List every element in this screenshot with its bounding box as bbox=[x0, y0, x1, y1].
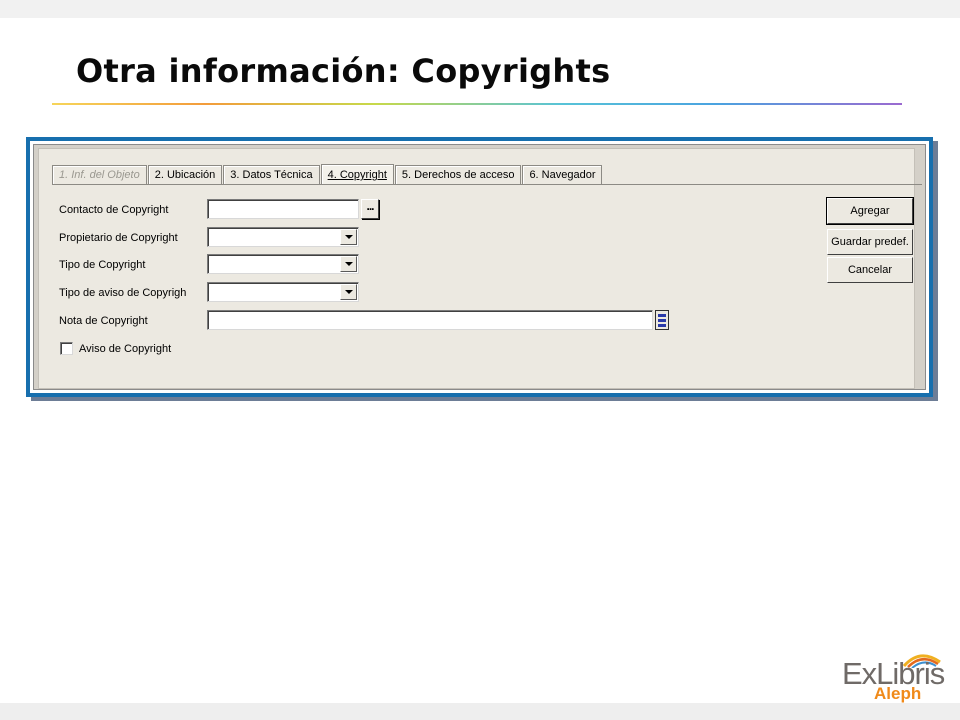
top-band bbox=[0, 0, 960, 18]
logo-product-text: Aleph bbox=[874, 684, 922, 703]
owner-select[interactable] bbox=[207, 227, 359, 247]
tab-label: 4. Copyright bbox=[327, 169, 387, 181]
tab-derechos-acceso[interactable]: 5. Derechos de acceso bbox=[394, 165, 522, 184]
contact-label: Contacto de Copyright bbox=[59, 204, 169, 216]
note-label: Nota de Copyright bbox=[59, 315, 148, 327]
screenshot-frame: 1. Inf. del Objeto 2. Ubicación 3. Datos… bbox=[26, 137, 933, 397]
title-underline bbox=[52, 103, 902, 105]
save-default-button-label: Guardar predef. bbox=[831, 236, 909, 248]
notice-type-select[interactable] bbox=[207, 282, 359, 302]
tab-navegador[interactable]: 6. Navegador bbox=[522, 165, 603, 184]
tab-inf-objeto: 1. Inf. del Objeto bbox=[52, 165, 147, 184]
slide-title: Otra información: Copyrights bbox=[76, 52, 611, 90]
exlibris-aleph-logo: ExLibris Aleph bbox=[842, 650, 946, 706]
note-editor-icon[interactable] bbox=[655, 310, 669, 330]
tab-ubicacion[interactable]: 2. Ubicación bbox=[147, 165, 223, 184]
tab-baseline bbox=[52, 184, 922, 185]
contact-field[interactable] bbox=[207, 199, 359, 219]
chevron-down-icon[interactable] bbox=[340, 256, 357, 272]
add-button[interactable]: Agregar bbox=[826, 197, 914, 225]
tab-label: 5. Derechos de acceso bbox=[401, 169, 515, 181]
copyright-notice-checkbox[interactable] bbox=[60, 342, 73, 355]
tab-datos-tecnica[interactable]: 3. Datos Técnica bbox=[223, 165, 320, 184]
chevron-down-icon[interactable] bbox=[340, 284, 357, 300]
chevron-down-icon[interactable] bbox=[340, 229, 357, 245]
app-window: 1. Inf. del Objeto 2. Ubicación 3. Datos… bbox=[33, 144, 926, 390]
contact-browse-button[interactable]: ... bbox=[361, 199, 379, 219]
tab-label: 3. Datos Técnica bbox=[230, 169, 313, 181]
cancel-button-label: Cancelar bbox=[847, 264, 893, 276]
bottom-band bbox=[0, 703, 960, 720]
owner-label: Propietario de Copyright bbox=[59, 232, 178, 244]
save-default-button[interactable]: Guardar predef. bbox=[827, 229, 913, 255]
note-field[interactable] bbox=[207, 310, 653, 330]
type-select[interactable] bbox=[207, 254, 359, 274]
tab-label: 1. Inf. del Objeto bbox=[59, 169, 140, 181]
cancel-button[interactable]: Cancelar bbox=[827, 257, 913, 283]
copyright-panel: 1. Inf. del Objeto 2. Ubicación 3. Datos… bbox=[38, 148, 922, 389]
tab-strip: 1. Inf. del Objeto 2. Ubicación 3. Datos… bbox=[52, 163, 603, 185]
type-label: Tipo de Copyright bbox=[59, 259, 146, 271]
copyright-notice-checkbox-label: Aviso de Copyright bbox=[79, 343, 172, 355]
tab-label: 6. Navegador bbox=[529, 169, 596, 181]
notice-type-label: Tipo de aviso de Copyrigh bbox=[59, 287, 187, 299]
add-button-label: Agregar bbox=[850, 205, 890, 217]
tab-label: 2. Ubicación bbox=[154, 169, 216, 181]
tab-copyright[interactable]: 4. Copyright bbox=[320, 164, 394, 185]
